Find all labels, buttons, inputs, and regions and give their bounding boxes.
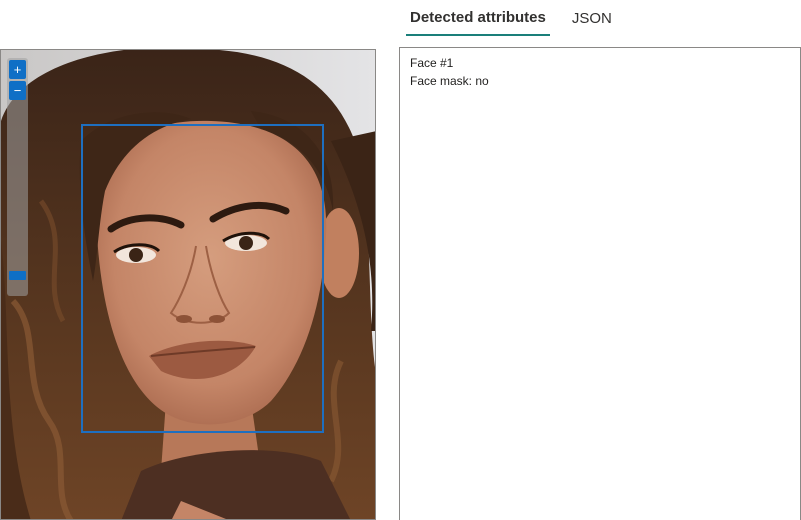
result-tabs: Detected attributes JSON: [406, 0, 616, 38]
image-preview: + −: [0, 49, 376, 520]
plus-icon[interactable]: +: [9, 60, 26, 79]
portrait-photo: [1, 50, 375, 519]
minus-icon[interactable]: −: [9, 81, 26, 100]
tab-json[interactable]: JSON: [568, 0, 616, 36]
tab-detected-attributes[interactable]: Detected attributes: [406, 0, 550, 36]
face-mask-attribute: Face mask: no: [410, 74, 489, 88]
zoom-slider-thumb[interactable]: [9, 271, 26, 280]
zoom-controls: + −: [7, 58, 28, 296]
attributes-panel: Face #1 Face mask: no: [399, 47, 801, 520]
face-detection-view: Detected attributes JSON + − Face #1 Fac…: [0, 0, 801, 520]
face-label: Face #1: [410, 56, 454, 70]
